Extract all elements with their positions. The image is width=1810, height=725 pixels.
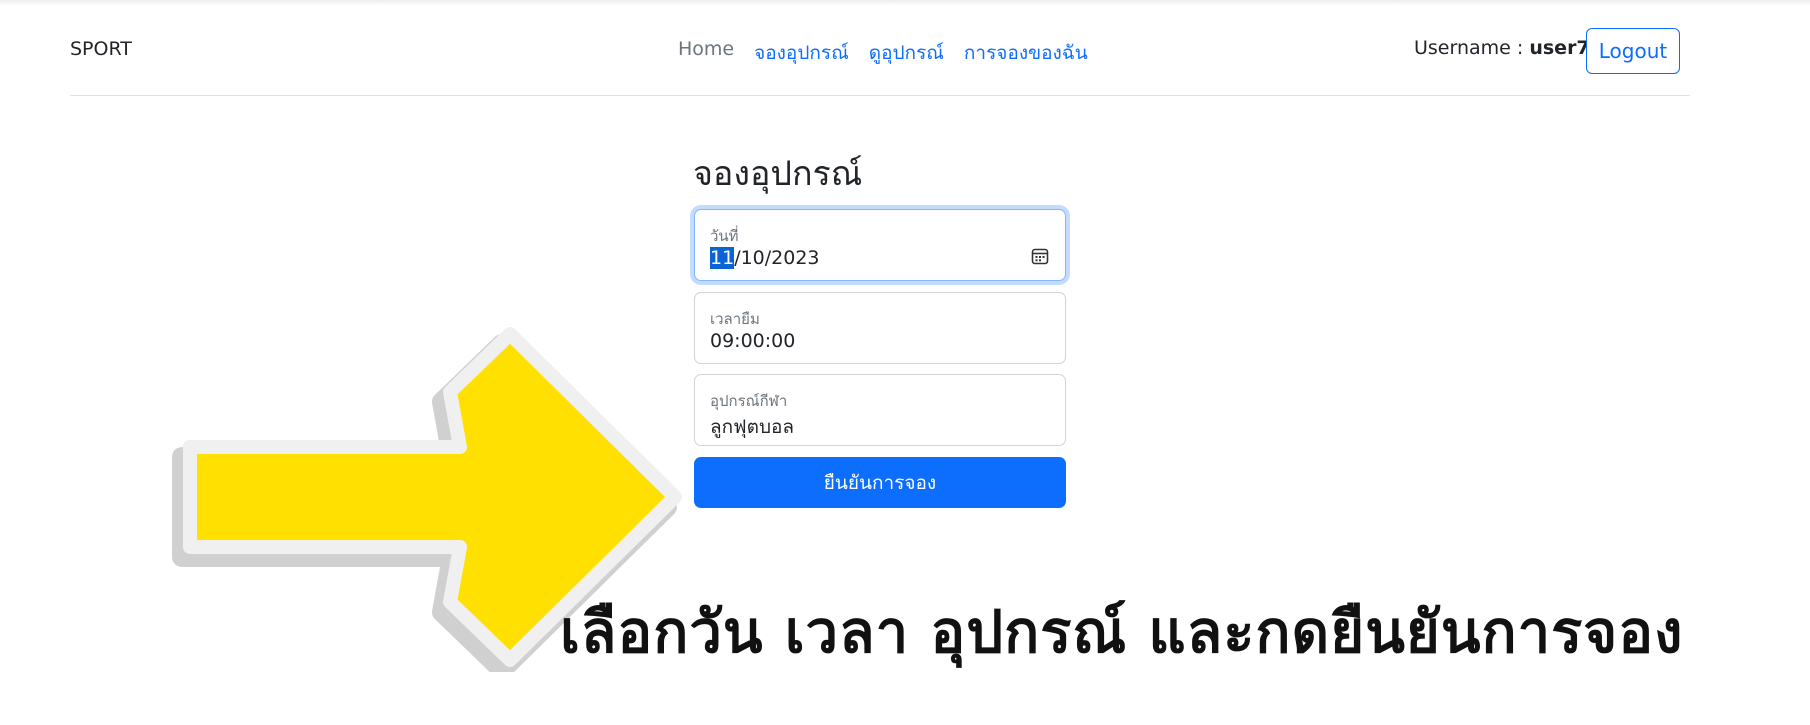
navbar: SPORT Home จองอุปกรณ์ ดูอุปกรณ์ การจองขอ… [70,0,1690,96]
calendar-icon[interactable] [1031,247,1049,265]
logout-button[interactable]: Logout [1586,28,1680,74]
nav-my-bookings[interactable]: การจองของฉัน [964,38,1088,68]
nav-home[interactable]: Home [678,38,734,68]
equipment-field[interactable]: อุปกรณ์กีฬา ลูกฟุตบอล [694,374,1066,446]
time-field[interactable]: เวลายืม 09:00:00 [694,292,1066,364]
date-rest: /10/2023 [734,247,820,269]
nav-links: Home จองอุปกรณ์ ดูอุปกรณ์ การจองของฉัน [678,38,1088,68]
time-value: 09:00:00 [710,330,796,352]
username-prefix: Username : [1414,37,1530,59]
equipment-value: ลูกฟุตบอล [710,416,795,438]
nav-book-equipment[interactable]: จองอุปกรณ์ [754,38,849,68]
confirm-booking-button[interactable]: ยืนยันการจอง [694,457,1066,508]
instruction-caption: เลือกวัน เวลา อุปกรณ์ และกดยืนยันการจอง [560,598,1684,666]
time-label: เวลายืม [710,310,760,328]
date-value: 11/10/2023 [710,247,820,269]
equipment-label: อุปกรณ์กีฬา [710,392,788,410]
user-info: Username : user7 [1414,37,1590,59]
page-title: จองอุปกรณ์ [693,154,863,194]
nav-view-equipment[interactable]: ดูอุปกรณ์ [869,38,944,68]
brand-link[interactable]: SPORT [70,38,132,60]
date-label: วันที่ [710,227,739,245]
username: user7 [1529,37,1590,59]
date-field[interactable]: วันที่ 11/10/2023 [694,209,1066,281]
date-day-segment[interactable]: 11 [710,247,735,269]
